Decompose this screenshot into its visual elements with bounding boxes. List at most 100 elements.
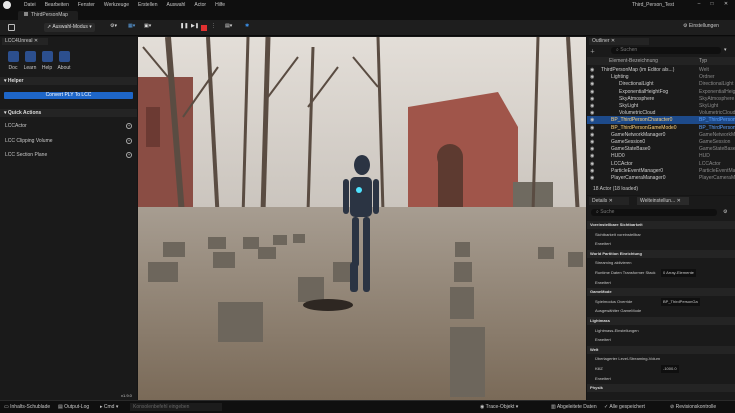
details-property-row[interactable]: Erweitert: [587, 240, 735, 248]
stop-icon[interactable]: [201, 25, 207, 31]
lcc-section-label: LCC Section Plane: [5, 152, 48, 158]
visibility-icon[interactable]: ◉: [590, 174, 594, 182]
plugin-tab[interactable]: LCC4Unreal ✕: [2, 38, 48, 45]
help-icon: [41, 51, 53, 62]
details-section-header[interactable]: Lightmass: [587, 317, 735, 325]
convert-ply-button[interactable]: Convert PLY To LCC: [4, 92, 133, 99]
details-property-row[interactable]: Überlagerter Level-Streaming-Volum: [587, 355, 735, 363]
helper-header[interactable]: ▾ Helper: [0, 77, 137, 85]
menu-window[interactable]: Fenster: [78, 2, 95, 8]
step-icon[interactable]: ▶❚: [191, 23, 199, 29]
lcc-section-action[interactable]: LCC Section Plane +: [0, 151, 137, 159]
property-label: Physik: [590, 385, 603, 391]
derived-data-button[interactable]: ▥ Abgeleitete Daten: [551, 404, 597, 410]
content-drawer-label: Inhalts-Schublade: [10, 404, 51, 410]
details-property-row[interactable]: Spielmodus Override BP_ThirdPersonGa: [587, 297, 735, 306]
col-type-header[interactable]: Typ: [699, 57, 707, 65]
details-section-header[interactable]: World Partition Einrichtung: [587, 249, 735, 258]
menu-create[interactable]: Erstellen: [138, 2, 157, 8]
output-log-label: Output-Log: [64, 404, 90, 410]
details-property-row[interactable]: Erweitert: [587, 375, 735, 383]
outliner-item[interactable]: ◉ PlayerCameraManager0 PlayerCameraMan: [587, 174, 735, 182]
pause-icon[interactable]: ❚❚: [180, 23, 188, 29]
details-property-row[interactable]: Runtime Daten Transformer Stack 0 Array-E…: [587, 269, 735, 277]
editor-mode-icon[interactable]: ✱: [245, 23, 249, 29]
details-property-row[interactable]: KillZ -1000.0: [587, 365, 735, 373]
details-property-row[interactable]: Streaming aktivieren: [587, 259, 735, 267]
play-options-icon[interactable]: ⋮: [211, 23, 216, 29]
close-button[interactable]: ✕: [721, 1, 731, 7]
lcc-actor-action[interactable]: LCCActor +: [0, 122, 137, 130]
menu-actor[interactable]: Actor: [194, 2, 206, 8]
details-section-header[interactable]: Welt: [587, 345, 735, 354]
menu-selection[interactable]: Auswahl: [166, 2, 185, 8]
add-icon[interactable]: +: [126, 152, 132, 158]
quick-actions-label: Quick Actions: [7, 110, 42, 116]
outliner-item-type: PlayerCameraMan: [699, 175, 735, 181]
settings-button[interactable]: ⚙ Einstellungen: [683, 23, 719, 29]
details-panel: Details ✕ Welteinstellun... ✕ ⌕ Suche ⚙ …: [587, 196, 735, 400]
learn-button[interactable]: Learn: [23, 51, 37, 71]
close-tab-icon[interactable]: ✕: [607, 198, 613, 204]
details-tab[interactable]: Details ✕: [589, 197, 629, 205]
lcc-clipping-action[interactable]: LCC Clipping Volume +: [0, 137, 137, 145]
details-section-header[interactable]: Voreinstellbare Sichtbarkeit: [587, 221, 735, 229]
blueprint-icon[interactable]: ▦▾: [128, 23, 135, 29]
col-name-header[interactable]: Element-Bezeichnung: [609, 57, 658, 65]
menu-tools[interactable]: Werkzeuge: [104, 2, 129, 8]
details-search-input[interactable]: ⌕ Suche: [591, 209, 717, 216]
menu-file[interactable]: Datei: [24, 2, 36, 8]
menu-edit[interactable]: Bearbeiten: [45, 2, 69, 8]
details-property-row[interactable]: Erweitert: [587, 279, 735, 287]
cmd-dropdown[interactable]: ▸ Cmd ▾: [100, 404, 118, 410]
outliner-column-header: Element-Bezeichnung Typ: [587, 57, 735, 65]
property-value[interactable]: BP_ThirdPersonGa: [661, 297, 700, 306]
cinematics-icon[interactable]: ▣▾: [144, 23, 151, 29]
console-input[interactable]: Konsolenbefehl eingeben: [130, 403, 222, 411]
save-status-button[interactable]: ✓ Alle gespeichert: [604, 404, 645, 410]
outliner-search-input[interactable]: ⌕ Suchen: [611, 47, 721, 54]
level-viewport[interactable]: [138, 37, 586, 400]
property-label: Sichtbarkeit voreinstellbar: [595, 231, 641, 237]
trace-button[interactable]: ◉ Trace-Objekt ▾: [480, 404, 518, 410]
maximize-button[interactable]: □: [707, 1, 717, 7]
revision-control-button[interactable]: ⊘ Revisionskontrolle: [670, 404, 716, 410]
minimize-button[interactable]: –: [694, 1, 704, 7]
world-settings-tab[interactable]: Welteinstellun... ✕: [637, 197, 689, 205]
output-log-button[interactable]: ▤ Output-Log: [58, 404, 89, 410]
platforms-icon[interactable]: ▤▾: [225, 23, 232, 29]
quick-actions-header[interactable]: ▾ Quick Actions: [0, 109, 137, 117]
details-section-header[interactable]: GameMode: [587, 288, 735, 297]
property-label: Welt: [590, 346, 599, 352]
details-settings-icon[interactable]: ⚙: [723, 209, 727, 215]
about-button[interactable]: About: [57, 51, 71, 71]
plugin-tab-label: LCC4Unreal: [5, 38, 33, 44]
property-value[interactable]: 0 Array-Elemente: [661, 269, 696, 277]
close-tab-icon[interactable]: ✕: [33, 38, 38, 44]
help-button[interactable]: Help: [40, 51, 54, 71]
lcc-clipping-label: LCC Clipping Volume: [5, 138, 53, 144]
details-property-row[interactable]: Erweitert: [587, 336, 735, 344]
outliner-tab[interactable]: Outliner ✕: [589, 38, 649, 45]
lcc-actor-label: LCCActor: [5, 123, 27, 129]
property-label: Runtime Daten Transformer Stack: [595, 270, 656, 275]
property-value[interactable]: -1000.0: [661, 365, 679, 373]
add-icon[interactable]: +: [126, 138, 132, 144]
menu-help[interactable]: Hilfe: [215, 2, 225, 8]
save-icon[interactable]: [8, 24, 15, 31]
filter-icon[interactable]: ▾: [724, 47, 727, 53]
doc-button[interactable]: Doc: [6, 51, 20, 71]
add-icon[interactable]: +: [126, 123, 132, 129]
details-section-header[interactable]: Physik: [587, 384, 735, 393]
details-property-row[interactable]: Ausgewählter GameMode: [587, 307, 735, 315]
details-property-row[interactable]: Sichtbarkeit voreinstellbar: [587, 231, 735, 239]
content-drawer-button[interactable]: ▭ Inhalts-Schublade: [4, 404, 50, 410]
selection-mode-dropdown[interactable]: ➚ Auswahl-Modus ▾: [44, 23, 95, 32]
add-content-icon[interactable]: ⚙▾: [110, 23, 117, 29]
outliner-add-button[interactable]: ＋: [590, 48, 595, 55]
details-property-row[interactable]: Lightmass-Einstellungen: [587, 327, 735, 335]
close-tab-icon[interactable]: ✕: [610, 38, 615, 44]
map-tab[interactable]: ThirdPersonMap: [18, 11, 78, 20]
lcc-plugin-panel: LCC4Unreal ✕ Doc Learn Help About ▾ Help…: [0, 37, 137, 400]
close-tab-icon[interactable]: ✕: [675, 198, 681, 204]
